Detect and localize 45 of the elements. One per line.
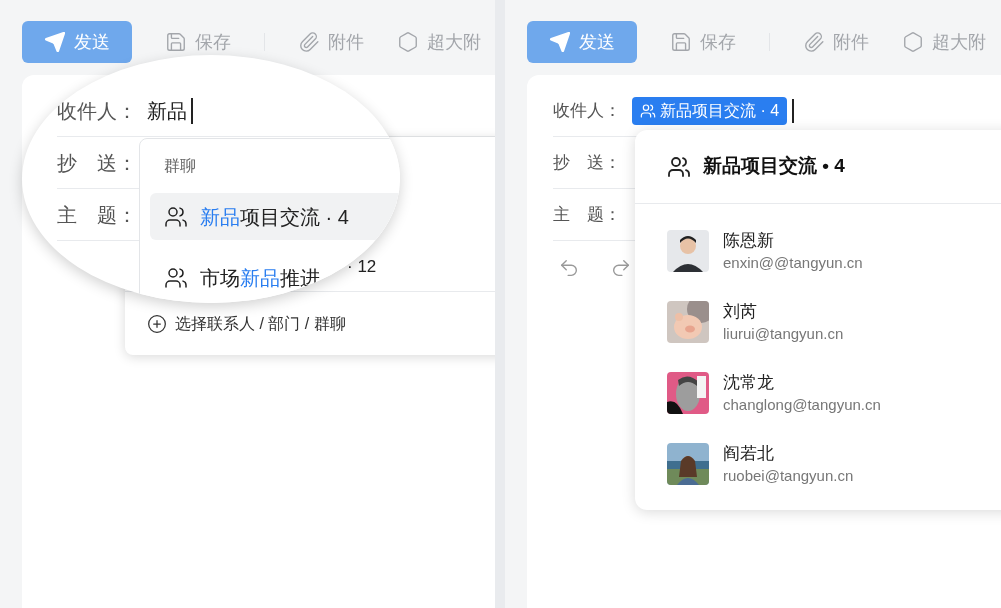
undo-icon[interactable] xyxy=(558,257,580,279)
hexagon-icon xyxy=(397,31,419,53)
paperclip-icon xyxy=(803,31,825,53)
plus-icon xyxy=(147,313,167,334)
hexagon-icon xyxy=(902,31,924,53)
group-icon xyxy=(667,154,691,179)
toolbar-button[interactable]: 超大附 xyxy=(902,28,986,56)
member-name: 陈恩新 xyxy=(723,230,775,252)
member-name: 沈常龙 xyxy=(723,372,775,394)
toolbar-button[interactable]: 保存 xyxy=(165,28,231,56)
field-label: 收件人： xyxy=(57,98,138,124)
field-label: 抄 送： xyxy=(57,150,138,176)
send-button[interactable]: 发送 xyxy=(527,21,637,63)
recipient-chip[interactable]: 新品项目交流 · 4 xyxy=(632,96,788,125)
group-icon xyxy=(640,102,656,119)
group-icon xyxy=(164,265,188,290)
toolbar-button[interactable]: 附件 xyxy=(298,28,364,56)
member-name: 阎若北 xyxy=(723,443,775,465)
dropdown-item[interactable]: 新品项目交流 · 4 xyxy=(150,193,400,240)
field-label: 主 题： xyxy=(57,202,138,228)
member-email: changlong@tangyun.cn xyxy=(723,395,881,415)
save-icon xyxy=(670,31,692,53)
group-icon xyxy=(164,204,188,229)
field-label: 抄 送： xyxy=(553,151,622,174)
save-icon xyxy=(165,31,187,53)
toolbar-button[interactable]: 附件 xyxy=(803,28,869,56)
member-email: liurui@tangyun.cn xyxy=(723,324,844,344)
group-name: 新品项目交流 · 4 xyxy=(200,204,349,230)
toolbar-button[interactable]: 超大附 xyxy=(397,28,481,56)
section-title: 群聊 xyxy=(163,156,197,176)
member-email: ruobei@tangyun.cn xyxy=(723,466,854,486)
paperclip-icon xyxy=(298,31,320,53)
field-label: 主 题： xyxy=(553,203,622,226)
recipient-input[interactable]: 新品 xyxy=(147,97,193,124)
member-count: · 12 xyxy=(347,256,377,279)
text-cursor xyxy=(792,98,795,123)
send-icon xyxy=(44,31,66,53)
group-title: 新品项目交流 • 4 xyxy=(703,154,845,179)
send-button[interactable]: 发送 xyxy=(22,21,132,63)
toolbar-button[interactable]: 保存 xyxy=(670,28,736,56)
member-email: enxin@@tangyun.cn xyxy=(723,253,863,273)
redo-icon[interactable] xyxy=(610,257,632,279)
send-icon xyxy=(549,31,571,53)
member-name: 刘芮 xyxy=(723,301,758,323)
field-label: 收件人： xyxy=(553,99,622,122)
